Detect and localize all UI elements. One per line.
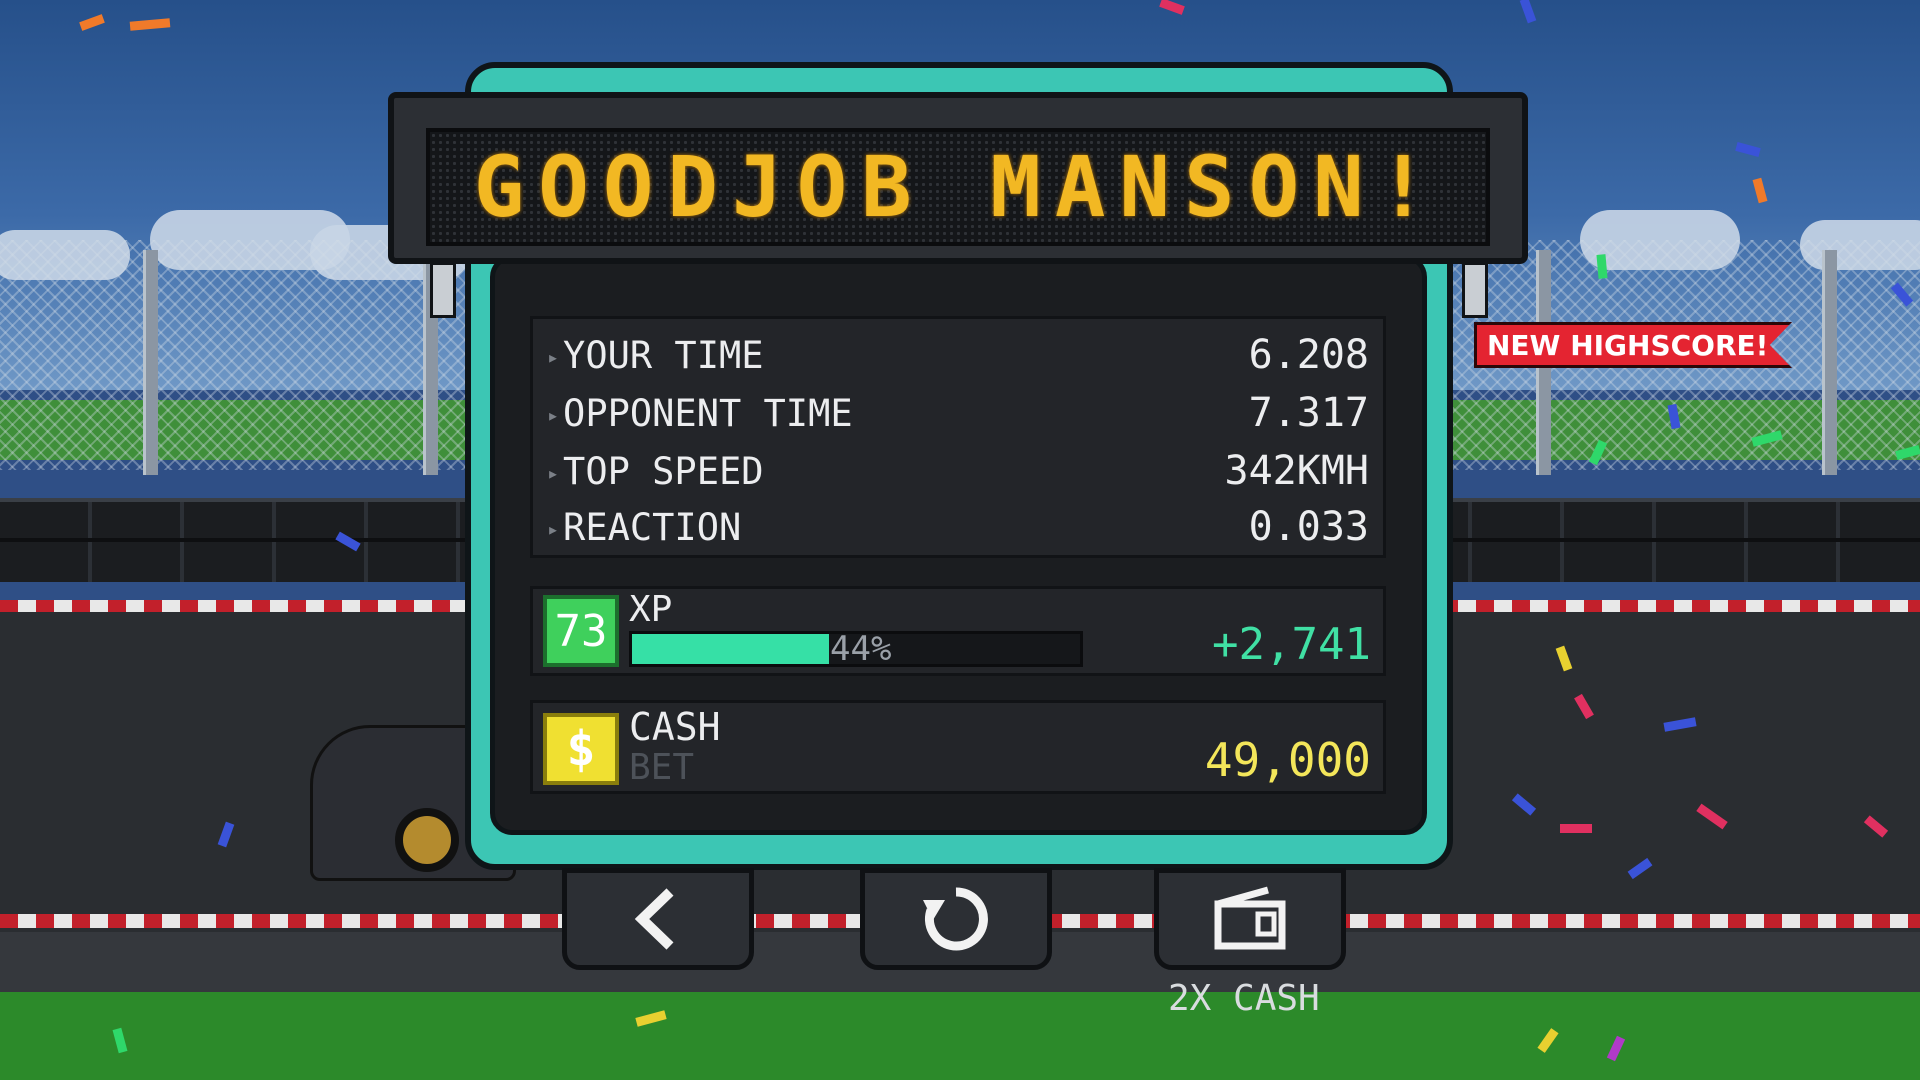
restart-icon bbox=[923, 887, 988, 951]
back-button[interactable] bbox=[562, 868, 754, 970]
stat-value: 6.208 bbox=[1248, 332, 1369, 378]
video-camera-icon bbox=[1214, 886, 1286, 950]
stat-value: 7.317 bbox=[1248, 390, 1369, 436]
highscore-text: NEW HIGHSCORE! bbox=[1487, 328, 1769, 362]
highscore-ribbon: NEW HIGHSCORE! bbox=[1474, 322, 1792, 368]
xp-progress-fill bbox=[632, 634, 830, 664]
chevron-left-icon bbox=[634, 888, 674, 950]
board-bracket-left bbox=[430, 262, 456, 318]
stat-label: YOUR TIME bbox=[547, 334, 763, 377]
retry-button[interactable] bbox=[860, 868, 1052, 970]
stat-row-your-time: YOUR TIME 6.208 bbox=[547, 327, 1369, 383]
stat-row-reaction: REACTION 0.033 bbox=[547, 499, 1369, 555]
car-wheel bbox=[395, 808, 459, 872]
stat-label: REACTION bbox=[547, 506, 741, 549]
double-cash-label: 2X CASH bbox=[1168, 978, 1320, 1019]
race-stats: YOUR TIME 6.208 OPPONENT TIME 7.317 TOP … bbox=[530, 316, 1386, 558]
bet-label: BET bbox=[629, 747, 695, 788]
stat-row-top-speed: TOP SPEED 342KMH bbox=[547, 443, 1369, 499]
xp-gained: +2,741 bbox=[1212, 619, 1371, 670]
grass bbox=[0, 992, 1920, 1080]
cash-label: CASH bbox=[629, 705, 721, 749]
xp-progress-text: 44% bbox=[830, 629, 892, 669]
dollar-icon: $ bbox=[543, 713, 619, 785]
banner-title: GOODJOB MANSON! bbox=[473, 138, 1443, 236]
level-badge: 73 bbox=[543, 595, 619, 667]
stat-value: 0.033 bbox=[1248, 504, 1369, 550]
scoreboard-screen: GOODJOB MANSON! bbox=[426, 128, 1490, 246]
fence-post bbox=[1822, 250, 1837, 475]
stat-label: OPPONENT TIME bbox=[547, 392, 853, 435]
confetti bbox=[1560, 824, 1592, 833]
cash-amount: 49,000 bbox=[1204, 733, 1371, 787]
double-cash-video-button[interactable] bbox=[1154, 868, 1346, 970]
fence-post bbox=[143, 250, 158, 475]
stat-row-opponent-time: OPPONENT TIME 7.317 bbox=[547, 385, 1369, 441]
cash-section: $ CASH BET 49,000 bbox=[530, 700, 1386, 794]
xp-progress-bar: 44% bbox=[629, 631, 1083, 667]
xp-label: XP bbox=[629, 589, 673, 630]
stat-label: TOP SPEED bbox=[547, 450, 763, 493]
xp-section: 73 XP 44% +2,741 bbox=[530, 586, 1386, 676]
stat-value: 342KMH bbox=[1224, 448, 1370, 494]
board-bracket-right bbox=[1462, 262, 1488, 318]
